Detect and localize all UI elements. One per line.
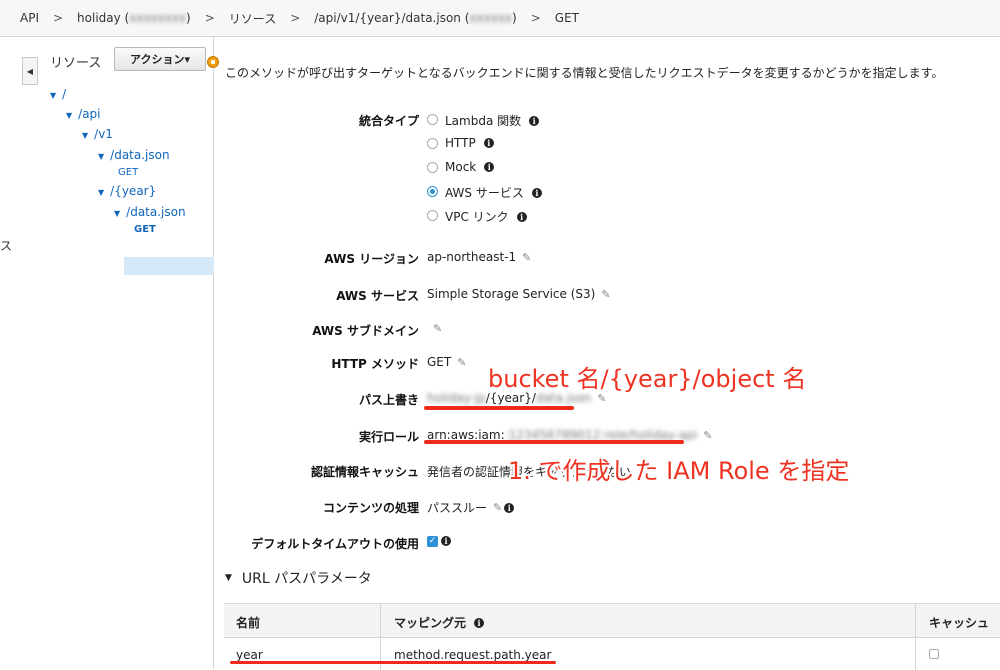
execution-role-label: 実行ロール xyxy=(358,430,419,444)
aws-region-label: AWS リージョン xyxy=(324,252,419,266)
radio-mock[interactable] xyxy=(427,162,438,173)
breadcrumb-separator: > xyxy=(204,11,215,25)
triangle-down-icon: ▼ xyxy=(98,188,105,197)
triangle-down-icon: ▼ xyxy=(82,131,89,140)
redacted-api-id: xxxxxxxx xyxy=(129,11,187,25)
column-header-mapping: マッピング元 i xyxy=(394,614,485,631)
default-timeout-label: デフォルトタイムアウトの使用 xyxy=(251,537,419,551)
content-handling-label: コンテンツの処理 xyxy=(322,501,419,515)
selected-tree-row-highlight xyxy=(124,257,214,275)
annotation-bucket-path: bucket 名/{year}/object 名 xyxy=(488,365,807,393)
radio-aws-service[interactable] xyxy=(427,186,438,197)
pencil-edit-icon[interactable]: ✎ xyxy=(457,356,466,369)
info-icon[interactable]: i xyxy=(483,138,494,148)
tree-item-api[interactable]: ▼/api xyxy=(66,107,101,121)
left-nav-text-fragment: ス xyxy=(0,239,13,253)
path-override-label: パス上書き xyxy=(358,393,419,407)
annotation-underline-path xyxy=(424,406,574,410)
pencil-edit-icon[interactable]: ✎ xyxy=(601,288,610,301)
triangle-down-icon: ▼ xyxy=(225,573,232,583)
info-icon[interactable]: i xyxy=(474,617,485,628)
chevron-left-icon: ◀ xyxy=(26,66,34,76)
pencil-edit-icon[interactable]: ✎ xyxy=(493,501,502,514)
integration-description: このメソッドが呼び出すターゲットとなるバックエンドに関する情報と受信したリクエス… xyxy=(225,66,944,80)
pencil-edit-icon[interactable]: ✎ xyxy=(703,429,712,442)
redacted-resource-id: xxxxxx xyxy=(469,11,513,25)
breadcrumb-resource-path[interactable]: /api/v1/{year}/data.json (xxxxxx) xyxy=(314,11,516,25)
tree-item-root[interactable]: ▼ / xyxy=(50,87,66,101)
column-header-name: 名前 xyxy=(236,616,261,630)
info-icon[interactable]: i xyxy=(484,162,495,172)
radio-mock-label[interactable]: Mock i xyxy=(445,160,495,174)
credentials-cache-label: 認証情報キャッシュ xyxy=(310,465,419,479)
info-icon[interactable]: i xyxy=(516,211,527,222)
http-method-label: HTTP メソッド xyxy=(331,357,419,371)
info-icon[interactable]: i xyxy=(441,536,451,546)
breadcrumb-separator: > xyxy=(290,11,301,25)
actions-dropdown-button[interactable]: アクション▾ xyxy=(114,47,206,71)
pencil-edit-icon[interactable]: ✎ xyxy=(522,251,531,264)
radio-vpc-link-label[interactable]: VPC リンク i xyxy=(445,208,527,225)
tree-item-get-method[interactable]: GET xyxy=(118,167,138,178)
param-mapping-cell[interactable]: method.request.path.year xyxy=(394,648,551,662)
triangle-down-icon: ▼ xyxy=(98,152,105,161)
aws-subdomain-value: ✎ xyxy=(427,322,442,335)
radio-lambda[interactable] xyxy=(427,114,438,125)
info-icon[interactable]: i xyxy=(531,187,542,198)
info-icon[interactable]: i xyxy=(504,502,515,513)
annotation-iam-role: 1. で作成した IAM Role を指定 xyxy=(508,457,850,485)
triangle-down-icon: ▼ xyxy=(50,91,57,100)
url-path-params-title: URL パスパラメータ xyxy=(241,571,372,587)
tree-item-data-json[interactable]: ▼/data.json xyxy=(98,148,170,162)
radio-http[interactable] xyxy=(427,138,438,149)
param-cache-checkbox[interactable] xyxy=(929,649,939,659)
default-timeout-checkbox[interactable]: ✓ xyxy=(427,536,438,547)
aws-service-label: AWS サービス xyxy=(336,289,419,303)
resources-panel: リソース アクション▾ ▼ / ▼/api ▼/v1 ▼/data.json GE… xyxy=(38,37,214,669)
tree-item-year[interactable]: ▼/{year} xyxy=(98,184,156,198)
collapse-panel-button[interactable]: ◀ xyxy=(22,57,38,85)
content-handling-value: パススルー ✎ i xyxy=(427,499,515,516)
breadcrumb-api-name[interactable]: holiday (xxxxxxxx) xyxy=(77,11,191,25)
aws-subdomain-label: AWS サブドメイン xyxy=(312,324,419,338)
table-header-row: 名前 マッピング元 i キャッシュ xyxy=(224,604,1000,638)
tree-item-v1[interactable]: ▼/v1 xyxy=(82,127,113,141)
aws-service-value: Simple Storage Service (S3) ✎ xyxy=(427,287,611,301)
pencil-edit-icon[interactable]: ✎ xyxy=(433,322,442,335)
breadcrumb: API > holiday (xxxxxxxx) > リソース > /api/v… xyxy=(0,0,1000,37)
radio-http-label[interactable]: HTTP i xyxy=(445,136,494,150)
tree-item-year-data-json[interactable]: ▼/data.json xyxy=(114,205,186,219)
radio-vpc-link[interactable] xyxy=(427,210,438,221)
radio-aws-service-label[interactable]: AWS サービス i xyxy=(445,184,542,201)
breadcrumb-resources[interactable]: リソース xyxy=(229,10,276,27)
column-divider xyxy=(915,604,916,670)
http-method-value: GET ✎ xyxy=(427,355,467,369)
triangle-down-icon: ▼ xyxy=(66,111,73,120)
integration-type-label: 統合タイプ xyxy=(358,114,419,128)
tree-item-get-method-selected[interactable]: GET xyxy=(134,224,156,235)
info-icon[interactable]: i xyxy=(529,115,540,126)
param-name-cell[interactable]: year xyxy=(236,648,263,662)
left-nav-fragment: ス xyxy=(0,37,22,669)
annotation-underline-role xyxy=(424,440,684,444)
breadcrumb-api[interactable]: API xyxy=(20,11,39,25)
annotation-underline-param xyxy=(230,661,556,664)
url-path-params-table: 名前 マッピング元 i キャッシュ year method.request.pat… xyxy=(224,603,1000,670)
radio-lambda-label[interactable]: Lambda 関数 i xyxy=(445,112,540,129)
url-path-params-section-toggle[interactable]: ▼ URL パスパラメータ xyxy=(225,568,372,588)
triangle-down-icon: ▼ xyxy=(114,209,121,218)
breadcrumb-separator: > xyxy=(52,11,64,25)
aws-region-value: ap-northeast-1 ✎ xyxy=(427,250,532,264)
unsaved-changes-indicator-icon xyxy=(207,56,219,68)
breadcrumb-method: GET xyxy=(554,11,579,25)
resources-title: リソース xyxy=(50,56,102,71)
breadcrumb-separator: > xyxy=(530,11,541,25)
column-header-cache: キャッシュ xyxy=(929,616,990,630)
